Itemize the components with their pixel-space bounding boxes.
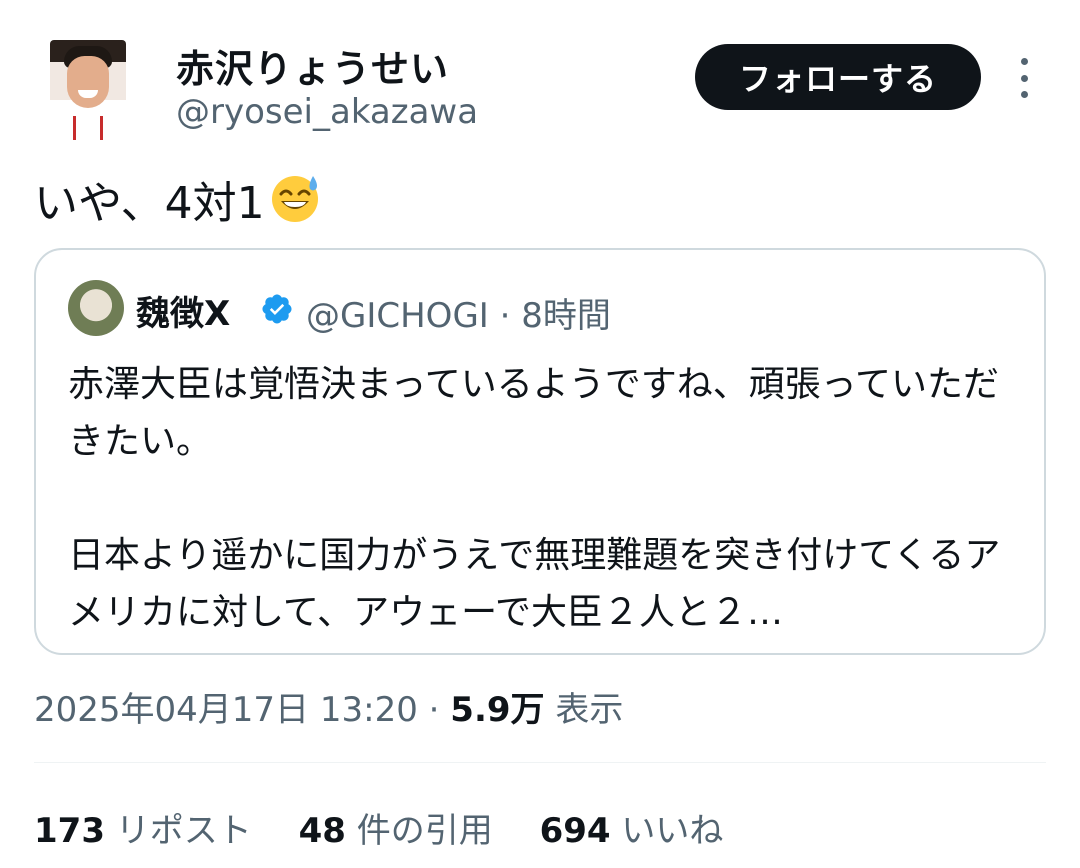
more-options-icon[interactable] <box>1012 58 1036 98</box>
quoted-tweet-body: 赤澤大臣は覚悟決まっているようですね、頑張っていただきたい。 日本より遥かに国力… <box>68 364 1001 633</box>
quoted-author-name[interactable]: 魏徴X <box>136 286 230 335</box>
likes-stat[interactable]: 694 いいね <box>540 811 724 851</box>
views-label: 表示 <box>555 690 624 730</box>
reposts-label: リポスト <box>115 811 252 851</box>
quoted-tweet-card[interactable]: 魏徴X @GICHOGI · 8時間 赤澤大臣は覚悟決まっているようですね、頑張… <box>34 248 1046 655</box>
author-avatar[interactable] <box>50 40 126 140</box>
quoted-handle-time: @GICHOGI · 8時間 <box>306 296 611 336</box>
tweet-timestamp[interactable]: 2025年04月17日 13:20 · <box>34 690 450 730</box>
author-display-name[interactable]: 赤沢りょうせい <box>176 38 449 93</box>
reposts-stat[interactable]: 173 リポスト <box>34 811 252 851</box>
divider <box>34 762 1046 763</box>
likes-count: 694 <box>539 811 611 851</box>
engagement-stats: 173 リポスト 48 件の引用 694 いいね <box>34 803 759 852</box>
sweat-smile-emoji-icon <box>271 176 318 222</box>
quotes-stat[interactable]: 48 件の引用 <box>299 811 493 851</box>
follow-button[interactable]: フォローする <box>695 44 981 110</box>
tweet-text: いや、4対1 <box>34 172 321 234</box>
reposts-count: 173 <box>34 811 105 851</box>
tweet-meta: 2025年04月17日 13:20 · 5.9万 表示 <box>34 682 623 731</box>
views-count: 5.9万 <box>450 690 545 730</box>
author-handle[interactable]: @ryosei_akazawa <box>176 92 478 132</box>
quotes-label: 件の引用 <box>356 811 493 851</box>
tweet-text-content: いや、4対1 <box>34 178 265 229</box>
quotes-count: 48 <box>298 811 346 851</box>
verified-badge-icon <box>262 294 292 324</box>
likes-label: いいね <box>621 811 724 851</box>
quoted-author-avatar[interactable] <box>68 280 124 336</box>
